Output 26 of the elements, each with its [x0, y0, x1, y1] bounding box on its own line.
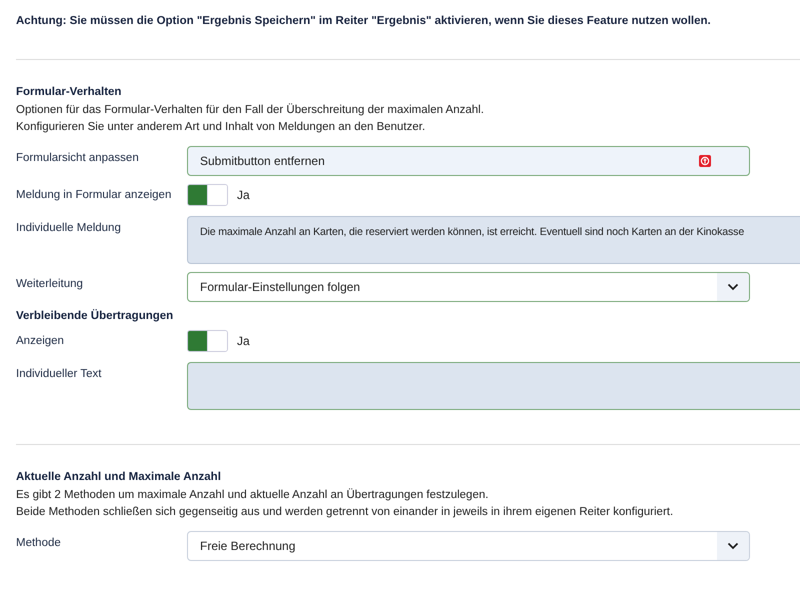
toggle-state-text: Ja	[237, 334, 250, 348]
chevron-down-icon	[727, 283, 739, 291]
field-label: Individuelle Meldung	[16, 221, 122, 234]
toggle-switch[interactable]	[187, 330, 228, 352]
toggle-state-text: Ja	[237, 188, 250, 202]
section-description: Konfigurieren Sie unter anderem Art und Inhalt von Meldungen an den Benutzer.	[16, 120, 426, 135]
field-label: Weiterleitung	[16, 277, 84, 290]
dropdown[interactable]: Formular-Einstellungen folgen	[187, 272, 750, 302]
section-description: Beide Methoden schließen sich gegenseitig aus und werden getrennt von einander in jeweils in ihrem eigenen Reiter konfiguriert.	[16, 505, 674, 520]
text-area[interactable]: Die maximale Anzahl an Karten, die reserviert werden können, ist erreicht. Eventuell sind noch Karten an der Kinokasse	[187, 216, 800, 264]
field-label: Methode	[16, 536, 62, 549]
extension-icon[interactable]	[699, 155, 711, 167]
field-label: Meldung in Formular anzeigen	[16, 189, 172, 201]
subsection-heading: Verbleibende Übertragungen	[16, 310, 174, 322]
warning-notice: Achtung: Sie müssen die Option "Ergebnis Speichern" im Reiter "Ergebnis" aktivieren, wenn Sie dieses Feature nutzen wollen.	[16, 15, 712, 27]
field-label: Formularsicht anpassen	[16, 151, 140, 164]
toggle-switch[interactable]	[187, 184, 228, 206]
input-field[interactable]: Submitbutton entfernen	[187, 146, 750, 176]
section-heading: Aktuelle Anzahl und Maximale Anzahl	[16, 471, 222, 483]
section-description: Optionen für das Formular-Verhalten für den Fall der Überschreitung der maximalen Anzahl.	[16, 102, 485, 118]
chevron-down-icon	[727, 542, 739, 550]
field-label: Anzeigen	[16, 335, 65, 347]
field-label: Individueller Text	[16, 367, 102, 380]
section-description: Es gibt 2 Methoden um maximale Anzahl und aktuelle Anzahl an Übertragungen festzulegen.	[16, 487, 490, 503]
section-heading: Formular-Verhalten	[16, 86, 122, 98]
dropdown[interactable]: Freie Berechnung	[187, 531, 750, 561]
